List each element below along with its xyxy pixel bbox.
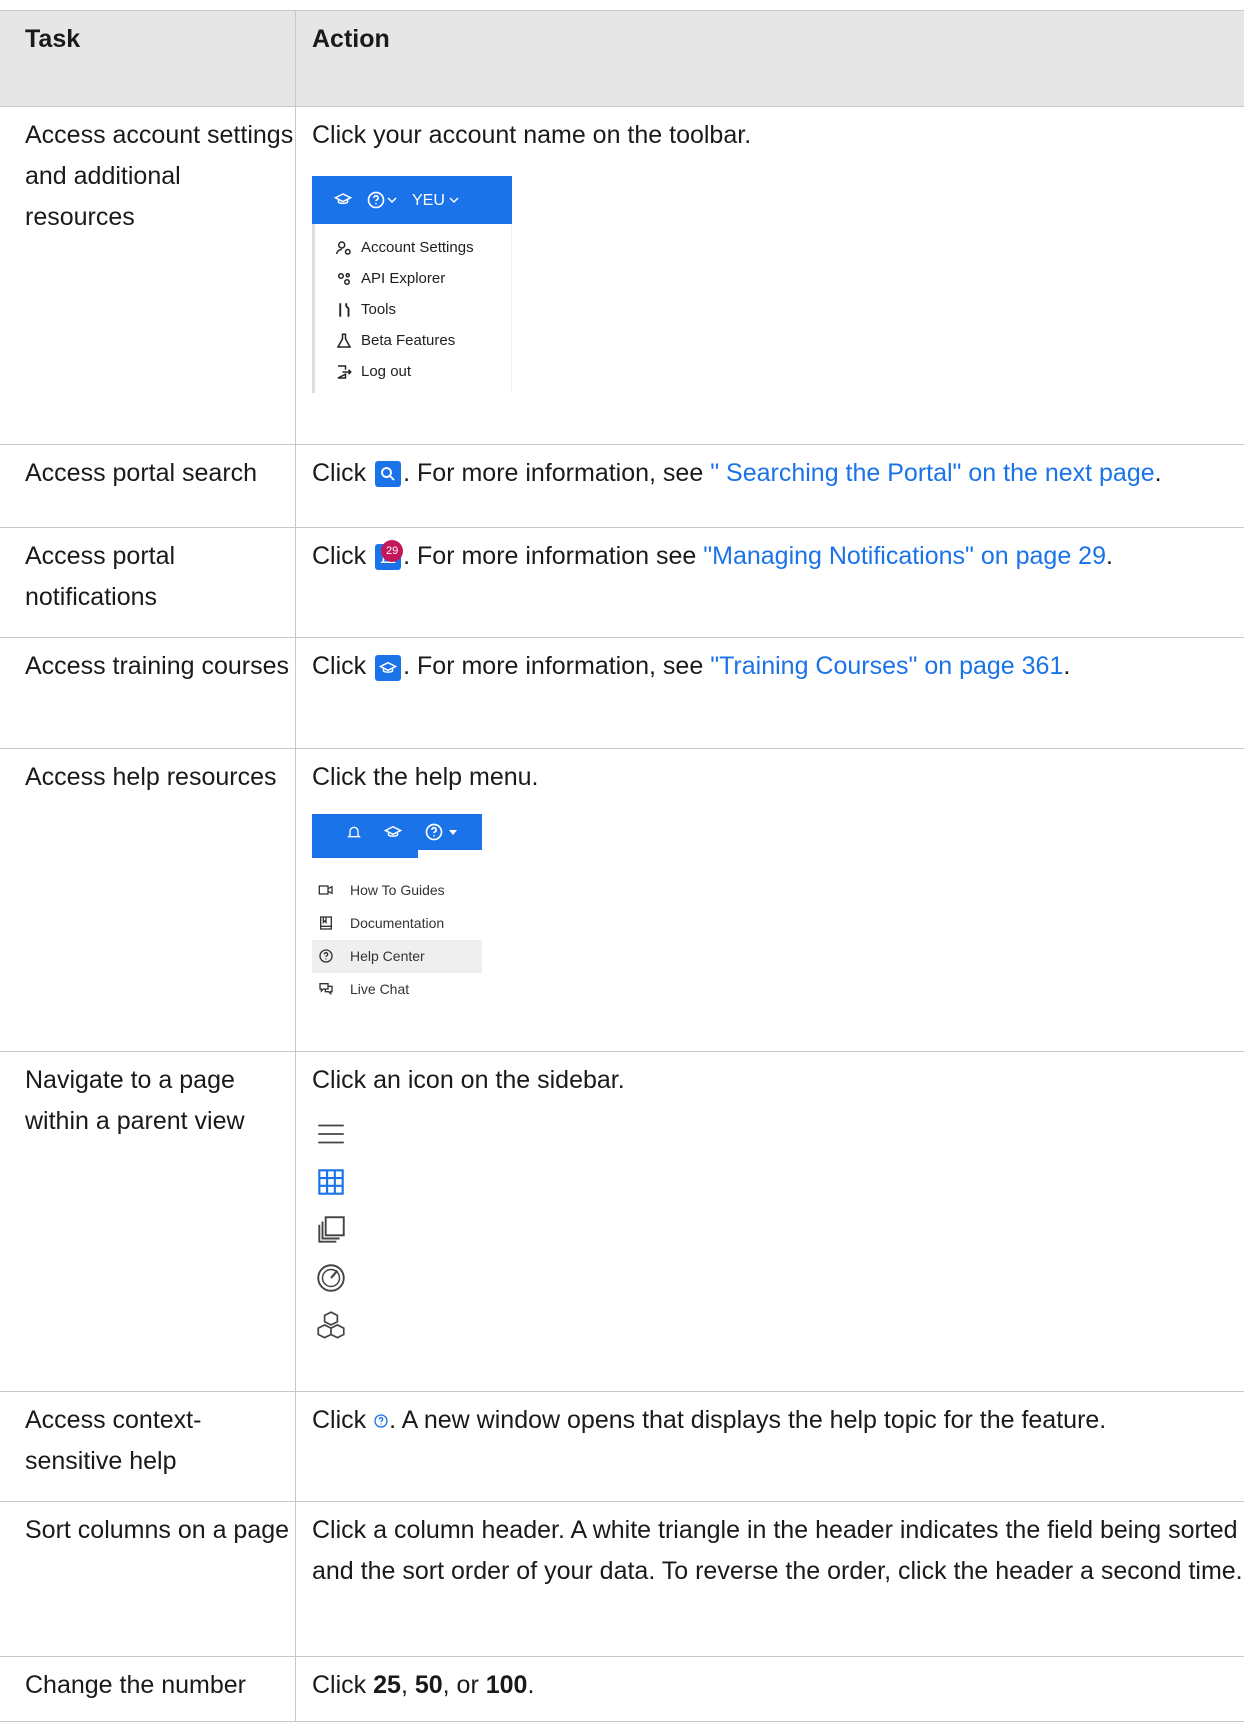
video-icon <box>318 885 333 895</box>
task-cell: Sort columns on a page <box>0 1501 296 1657</box>
menu-item-tools[interactable]: Tools <box>315 294 511 325</box>
gears-icon <box>338 272 350 285</box>
task-cell: Change the number <box>0 1656 296 1722</box>
task-cell: Access context-sensitive help <box>0 1391 296 1502</box>
graduation-cap-icon <box>375 654 402 681</box>
task-action-table: Task Action Access account settings and … <box>0 10 1244 1722</box>
table-row: Access account settings and additional r… <box>0 106 1244 445</box>
sidebar-icons <box>312 1117 1244 1343</box>
help-circle-icon <box>366 190 398 210</box>
book-icon <box>320 916 332 930</box>
action-cell: Click 29 . For more information see "Man… <box>312 540 1113 571</box>
action-cell: Click the help menu. How To Guides Docum… <box>296 748 1244 1052</box>
menu-item-api-explorer[interactable]: API Explorer <box>315 263 511 294</box>
column-header-action: Action <box>295 10 1244 107</box>
notification-badge: 29 <box>381 540 404 563</box>
hamburger-menu-icon[interactable] <box>314 1117 348 1151</box>
column-header-task: Task <box>0 10 296 107</box>
help-toolbar <box>312 813 482 850</box>
grid-icon[interactable] <box>314 1165 348 1199</box>
stacked-pages-icon[interactable] <box>314 1213 348 1247</box>
searching-portal-link[interactable]: " Searching the Portal" on the next page <box>710 459 1154 487</box>
task-cell: Navigate to a page within a parent view <box>0 1051 296 1392</box>
menu-item-beta-features[interactable]: Beta Features <box>315 325 511 356</box>
action-cell: Click an icon on the sidebar. <box>296 1052 1244 1392</box>
action-cell: Click . For more information, see " Sear… <box>312 458 1162 488</box>
account-name-button[interactable]: YEU <box>412 180 460 221</box>
account-toolbar: YEU <box>312 176 512 225</box>
logout-icon <box>337 365 352 379</box>
action-text: Click your account name on the toolbar. <box>312 121 752 150</box>
table-row: Change the number Click 25, 50, or 100. <box>0 1656 1244 1722</box>
menu-item-log-out[interactable]: Log out <box>315 356 511 387</box>
chat-icon <box>319 983 333 996</box>
menu-item-help-center[interactable]: Help Center <box>312 939 482 973</box>
gauge-icon[interactable] <box>314 1261 348 1295</box>
table-header-row: Task Action <box>0 10 1244 107</box>
table-row: Sort columns on a page Click a column he… <box>0 1501 1244 1657</box>
graduation-cap-icon <box>384 825 402 837</box>
task-cell: Access portal search <box>0 444 296 528</box>
help-circle-icon <box>374 1414 388 1429</box>
cubes-icon[interactable] <box>314 1309 348 1343</box>
search-icon <box>375 461 402 488</box>
action-cell: Click a column header. A white triangle … <box>312 1516 1243 1586</box>
table-row: Access portal notifications Click 29 . F… <box>0 527 1244 638</box>
managing-notifications-link[interactable]: "Managing Notifications" on page 29 <box>703 542 1106 570</box>
menu-item-documentation[interactable]: Documentation <box>312 907 482 940</box>
menu-item-account-settings[interactable]: Account Settings <box>315 232 511 263</box>
training-courses-link[interactable]: "Training Courses" on page 361 <box>710 652 1063 680</box>
table-row: Navigate to a page within a parent view … <box>0 1051 1244 1392</box>
graduation-cap-icon <box>334 191 352 209</box>
action-cell: Click . For more information, see "Train… <box>312 652 1071 681</box>
table-row: Access portal search Click . For more in… <box>0 444 1244 528</box>
task-cell: Access training courses <box>0 637 296 749</box>
bell-icon <box>347 826 361 837</box>
action-text: Click an icon on the sidebar. <box>312 1066 625 1095</box>
task-cell: Access account settings and additional r… <box>0 106 296 445</box>
action-text: Click the help menu. <box>312 762 539 791</box>
option-25: 25 <box>373 1671 401 1700</box>
action-cell: Click . A new window opens that displays… <box>312 1406 1107 1435</box>
menu-item-live-chat[interactable]: Live Chat <box>312 973 482 1006</box>
table-row: Access help resources Click the help men… <box>0 748 1244 1052</box>
bell-icon: 29 <box>375 540 404 571</box>
option-50: 50 <box>414 1671 443 1700</box>
help-circle-icon <box>425 823 443 840</box>
table-row: Access context-sensitive help Click . A … <box>0 1391 1244 1502</box>
flask-icon <box>336 333 352 348</box>
table-row: Access training courses Click . For more… <box>0 637 1244 749</box>
account-dropdown: Account Settings API Explorer Tools Beta… <box>312 224 512 394</box>
help-dropdown: How To Guides Documentation Help Center <box>312 858 482 1006</box>
option-100: 100 <box>485 1671 528 1700</box>
user-settings-icon <box>335 241 351 255</box>
help-menu-screenshot: How To Guides Documentation Help Center <box>312 813 482 1006</box>
account-menu-screenshot: YEU Account Settings API Explorer Tools … <box>312 176 512 394</box>
action-cell: Click your account name on the toolbar. … <box>296 107 1244 444</box>
task-cell: Access help resources <box>0 748 296 1052</box>
active-underline <box>312 849 418 858</box>
tools-icon <box>339 303 350 317</box>
menu-item-how-to-guides[interactable]: How To Guides <box>312 874 482 907</box>
task-cell: Access portal notifications <box>0 527 296 638</box>
action-cell: Click 25, 50, or 100. <box>312 1671 535 1700</box>
help-menu-button[interactable] <box>424 822 458 842</box>
help-circle-icon <box>319 949 333 963</box>
caret-down-icon <box>449 829 457 835</box>
